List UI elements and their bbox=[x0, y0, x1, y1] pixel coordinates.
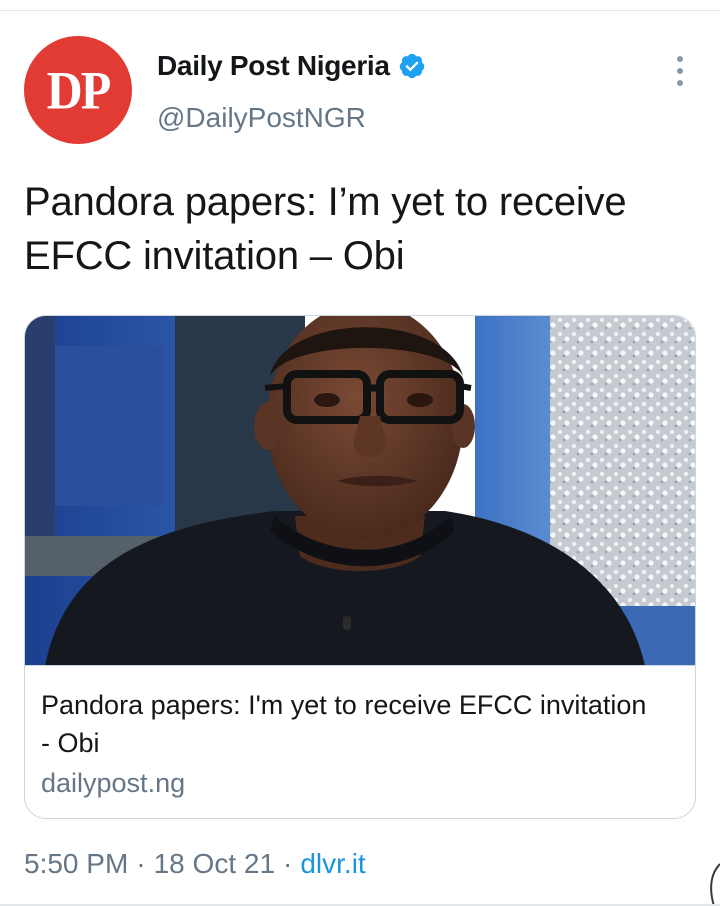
tweet-source-link[interactable]: dlvr.it bbox=[300, 848, 365, 880]
more-dot bbox=[677, 68, 683, 74]
author-handle[interactable]: @DailyPostNGR bbox=[157, 102, 426, 134]
meta-separator: · bbox=[136, 848, 146, 879]
tweet-meta: 5:50 PM · 18 Oct 21 · dlvr.it bbox=[24, 848, 366, 880]
card-title: Pandora papers: I'm yet to receive EFCC … bbox=[41, 690, 647, 758]
avatar-logo-text: DP bbox=[46, 59, 112, 121]
portrait-photo bbox=[25, 316, 695, 665]
display-name-row: Daily Post Nigeria bbox=[157, 50, 426, 82]
more-dot bbox=[677, 80, 683, 86]
more-vertical-icon[interactable] bbox=[670, 56, 690, 86]
author-names: Daily Post Nigeria @DailyPostNGR bbox=[157, 50, 426, 134]
tweet-text: Pandora papers: I’m yet to receive EFCC … bbox=[24, 180, 627, 278]
card-domain: dailypost.ng bbox=[41, 768, 186, 798]
more-dot bbox=[677, 56, 683, 62]
verified-badge-icon bbox=[399, 53, 424, 79]
display-name[interactable]: Daily Post Nigeria bbox=[157, 50, 390, 82]
tweet-date[interactable]: 18 Oct 21 bbox=[154, 848, 275, 880]
link-card[interactable]: Pandora papers: I'm yet to receive EFCC … bbox=[24, 315, 696, 819]
tweet-time[interactable]: 5:50 PM bbox=[24, 848, 128, 880]
card-photo bbox=[25, 316, 695, 666]
meta-separator: · bbox=[283, 848, 293, 879]
tweet-header: DP Daily Post Nigeria @DailyPostNGR bbox=[24, 32, 696, 144]
corner-swoosh-icon bbox=[710, 863, 720, 906]
top-divider bbox=[0, 10, 720, 11]
avatar[interactable]: DP bbox=[24, 36, 132, 144]
